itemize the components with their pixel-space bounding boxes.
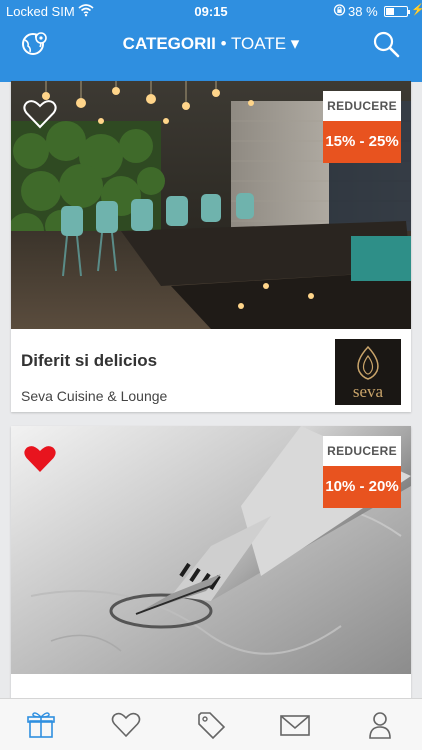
charging-icon: ⚡ [411,4,422,16]
venue-logo: seva [335,339,401,405]
category-title: CATEGORII [122,34,216,53]
venue-name: Seva Cuisine & Lounge [21,388,168,404]
offers-icon[interactable] [25,709,57,741]
tag-icon[interactable] [195,709,227,741]
category-selector[interactable]: CATEGORII • TOATE ▾ [0,34,422,54]
category-value: • TOATE ▾ [220,34,300,53]
heart-icon[interactable] [110,709,142,741]
deal-title: Diferit si delicios [21,351,158,370]
bottom-tab-bar [0,698,422,750]
person-icon[interactable] [364,709,396,741]
rotation-lock-icon [333,3,346,20]
discount-label: REDUCERE [323,436,401,466]
deal-card[interactable]: REDUCERE 15% - 25% Diferit si delicios S… [11,81,411,412]
deals-feed[interactable]: REDUCERE 15% - 25% Diferit si delicios S… [0,66,422,698]
nav-bar: CATEGORII • TOATE ▾ [0,22,422,66]
favorite-heart-icon[interactable] [23,99,57,129]
discount-label: REDUCERE [323,91,401,121]
envelope-icon[interactable] [279,709,311,741]
status-bar: Locked SIM 09:15 38 % ⚡ [0,0,422,22]
search-icon[interactable] [372,30,400,58]
battery-percent: 38 % [348,4,378,19]
discount-badge: REDUCERE 15% - 25% [323,91,401,163]
battery-icon [384,6,410,17]
discount-badge: REDUCERE 10% - 20% [323,436,401,508]
deal-card[interactable]: REDUCERE 10% - 20% [11,426,411,698]
favorite-heart-icon[interactable] [23,444,57,474]
discount-value: 15% - 25% [323,121,401,163]
discount-value: 10% - 20% [323,466,401,508]
logo-text: seva [353,382,384,401]
